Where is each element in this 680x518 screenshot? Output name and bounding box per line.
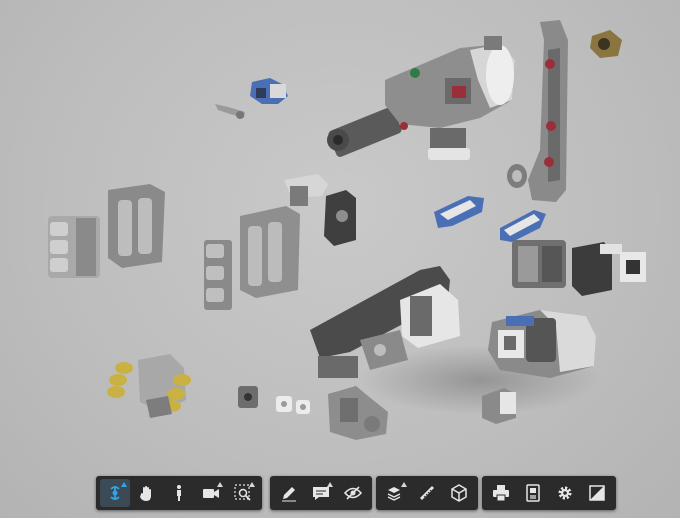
walk-button[interactable] xyxy=(164,479,194,507)
person-walk-icon xyxy=(177,485,181,501)
model-browser-button[interactable] xyxy=(518,479,548,507)
dark-bracket-right[interactable] xyxy=(572,242,646,296)
pan-hand-icon xyxy=(140,486,151,501)
middle-frame-parts[interactable] xyxy=(204,174,328,310)
markup-button[interactable] xyxy=(274,479,304,507)
visibility-icon xyxy=(343,486,363,500)
explode-button[interactable] xyxy=(380,479,410,507)
small-blue-bracket[interactable] xyxy=(250,78,288,104)
vertical-arm-frame[interactable] xyxy=(507,20,568,202)
toolbar-view-group xyxy=(482,476,616,510)
zoom-menu-indicator xyxy=(249,482,255,487)
explode-menu-indicator xyxy=(401,482,407,487)
hand-with-fingers[interactable] xyxy=(107,354,191,418)
gatling-cannon[interactable] xyxy=(327,36,515,160)
orbit-menu-indicator xyxy=(121,482,127,487)
camera-menu-indicator xyxy=(217,482,223,487)
camera-button[interactable] xyxy=(196,479,226,507)
print-button[interactable] xyxy=(486,479,516,507)
settings-gear-icon xyxy=(558,486,572,500)
print-icon xyxy=(493,485,509,502)
dark-block-part[interactable] xyxy=(324,190,356,246)
comment-button[interactable] xyxy=(306,479,336,507)
markup-pen-icon xyxy=(282,487,296,502)
gold-joint-part[interactable] xyxy=(590,30,622,58)
left-frame-parts[interactable] xyxy=(48,184,165,278)
blue-armor-left[interactable] xyxy=(434,196,484,228)
3d-viewport[interactable] xyxy=(0,0,680,518)
pan-button[interactable] xyxy=(132,479,162,507)
measure-icon xyxy=(420,486,434,500)
section-button[interactable] xyxy=(444,479,474,507)
comment-menu-indicator xyxy=(327,482,333,487)
settings-button[interactable] xyxy=(550,479,580,507)
arm-joint-mechanism[interactable] xyxy=(488,310,596,378)
visibility-button[interactable] xyxy=(338,479,368,507)
small-parts-group[interactable] xyxy=(238,386,310,414)
toolbar-navigation-group xyxy=(96,476,262,510)
blue-armor-right[interactable] xyxy=(500,210,546,242)
fullscreen-icon xyxy=(589,485,605,501)
toolbar-review-group xyxy=(270,476,372,510)
small-hook-part[interactable] xyxy=(215,104,245,119)
model-browser-icon xyxy=(526,484,540,502)
orbit-button[interactable] xyxy=(100,479,130,507)
section-cube-icon xyxy=(451,484,467,502)
exploded-model-render xyxy=(48,20,646,440)
zoom-window-button[interactable] xyxy=(228,479,258,507)
grey-housing-block[interactable] xyxy=(512,240,566,288)
fullscreen-button[interactable] xyxy=(582,479,612,507)
measure-button[interactable] xyxy=(412,479,442,507)
toolbar-model-group xyxy=(376,476,478,510)
